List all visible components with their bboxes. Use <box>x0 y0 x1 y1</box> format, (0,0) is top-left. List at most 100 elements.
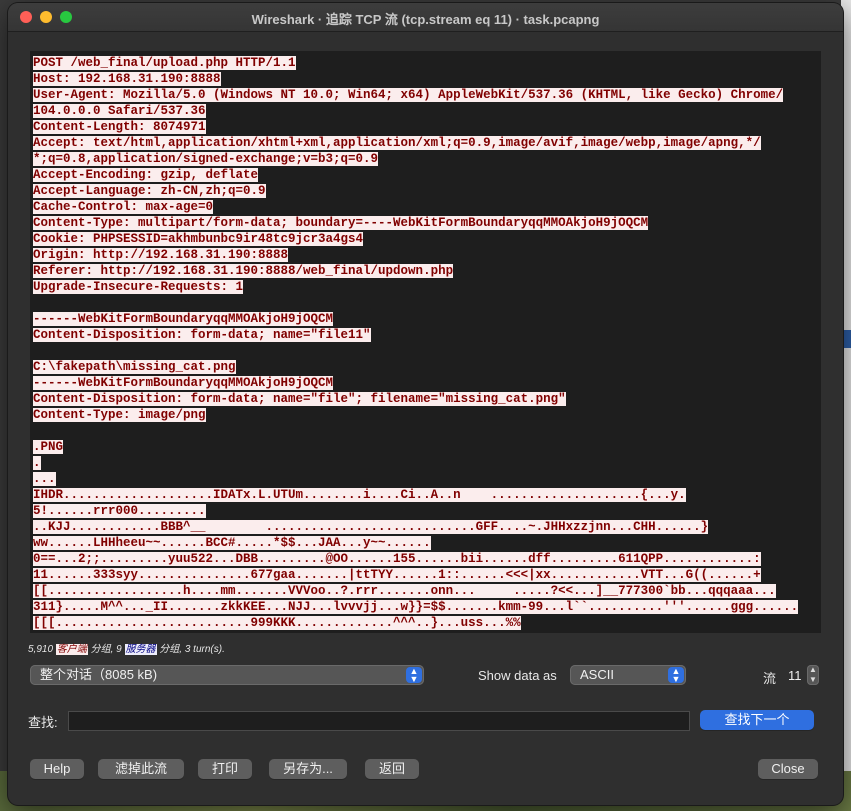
stream-line: User-Agent: Mozilla/5.0 (Windows NT 10.0… <box>33 87 821 103</box>
stream-line: 0==...2;;.........yuu522...DBB.........@… <box>33 551 821 567</box>
window-title: Wireshark · 追踪 TCP 流 (tcp.stream eq 11) … <box>251 12 600 27</box>
stream-line: 11......333syy...............677gaa.....… <box>33 567 821 583</box>
stream-line: Accept-Language: zh-CN,zh;q=0.9 <box>33 183 821 199</box>
stream-line-text: Referer: http://192.168.31.190:8888/web_… <box>33 264 454 278</box>
stream-line: .PNG <box>33 439 821 455</box>
close-button[interactable]: Close <box>758 759 818 779</box>
client-label: 客户端 <box>55 644 88 655</box>
stream-line: Host: 192.168.31.190:8888 <box>33 71 821 87</box>
stream-line-text: ... <box>33 472 56 486</box>
packets-word-server: 分组, <box>159 644 183 655</box>
stream-line-text: ------WebKitFormBoundaryqqMMOAkjoH9jOQCM <box>33 312 334 326</box>
back-button[interactable]: 返回 <box>365 759 419 779</box>
show-data-as-label: Show data as <box>478 668 557 683</box>
stream-line-text: Origin: http://192.168.31.190:8888 <box>33 248 289 262</box>
stream-content-view[interactable]: POST /web_final/upload.php HTTP/1.1 Host:… <box>30 51 821 633</box>
stream-line: Origin: http://192.168.31.190:8888 <box>33 247 821 263</box>
stream-line-text: Accept: text/html,application/xhtml+xml,… <box>33 136 761 150</box>
stream-line: Upgrade-Insecure-Requests: 1 <box>33 279 821 295</box>
stream-line-text: ..KJJ............BBB^__ ................… <box>33 520 709 534</box>
turn-count: 3 turn(s). <box>184 644 225 655</box>
stream-line-text: Host: 192.168.31.190:8888 <box>33 72 221 86</box>
stream-line: Content-Type: image/png <box>33 407 821 423</box>
stream-line-text: Content-Disposition: form-data; name="fi… <box>33 328 371 342</box>
stream-line-text: . <box>33 456 41 470</box>
stream-line-text: C:\fakepath\missing_cat.png <box>33 360 236 374</box>
conversation-select[interactable]: 整个对话（8085 kB) ▲ ▼ <box>30 665 424 685</box>
chevron-updown-icon: ▲ ▼ <box>406 667 422 684</box>
stream-line-text: Content-Length: 8074971 <box>33 120 206 134</box>
stream-line: Accept-Encoding: gzip, deflate <box>33 167 821 183</box>
stream-line: C:\fakepath\missing_cat.png <box>33 359 821 375</box>
stream-line-text: [[[..........................999KKK.....… <box>33 616 521 630</box>
stream-line-text: Accept-Language: zh-CN,zh;q=0.9 <box>33 184 266 198</box>
stream-line-text: Content-Type: image/png <box>33 408 206 422</box>
stream-summary: 5,910 客户端 分组, 9 服务器 分组, 3 turn(s). <box>28 640 225 655</box>
stream-line: ... <box>33 471 821 487</box>
stream-line: ------WebKitFormBoundaryqqMMOAkjoH9jOQCM <box>33 375 821 391</box>
stream-line-text: Content-Disposition: form-data; name="fi… <box>33 392 566 406</box>
stream-line-text: Content-Type: multipart/form-data; bound… <box>33 216 649 230</box>
stream-line-text: 311}.....M^^..._II.......zkkKEE...NJJ...… <box>33 600 799 614</box>
stream-line: ww......LHHheeu~~......BCC#.....*$$...JA… <box>33 535 821 551</box>
filter-out-stream-button[interactable]: 滤掉此流 <box>98 759 184 779</box>
server-packet-count: 9 <box>116 644 122 655</box>
packets-word-client: 分组, <box>90 644 114 655</box>
find-label: 查找: <box>28 715 58 730</box>
stream-line <box>33 423 821 439</box>
stream-line: ------WebKitFormBoundaryqqMMOAkjoH9jOQCM <box>33 311 821 327</box>
stream-number-stepper[interactable]: ▲ ▼ <box>807 665 819 685</box>
server-label: 服务器 <box>124 644 157 655</box>
stream-number-label: 流 <box>763 671 777 686</box>
stream-line-text: 11......333syy...............677gaa.....… <box>33 568 761 582</box>
stream-line: Content-Disposition: form-data; name="fi… <box>33 391 821 407</box>
stream-line-text: Accept-Encoding: gzip, deflate <box>33 168 259 182</box>
stream-line <box>33 295 821 311</box>
conversation-select-value: 整个对话（8085 kB) <box>40 667 158 682</box>
print-button[interactable]: 打印 <box>198 759 252 779</box>
stream-line-text: User-Agent: Mozilla/5.0 (Windows NT 10.0… <box>33 88 784 102</box>
stream-line: Cache-Control: max-age=0 <box>33 199 821 215</box>
help-button[interactable]: Help <box>30 759 84 779</box>
stream-line: Referer: http://192.168.31.190:8888/web_… <box>33 263 821 279</box>
save-as-button[interactable]: 另存为... <box>269 759 347 779</box>
stream-line-text: 0==...2;;.........yuu522...DBB.........@… <box>33 552 761 566</box>
stream-line: IHDR....................IDATx.L.UTUm....… <box>33 487 821 503</box>
stream-line: 104.0.0.0 Safari/537.36 <box>33 103 821 119</box>
stream-line: POST /web_final/upload.php HTTP/1.1 <box>33 55 821 71</box>
stream-line-text: [[..................h....mm.......VVVoo.… <box>33 584 776 598</box>
stream-line-text: POST /web_final/upload.php HTTP/1.1 <box>33 56 296 70</box>
stream-line-text: 5!......rrr000......... <box>33 504 206 518</box>
stream-line-text: Cookie: PHPSESSID=akhmbunbc9ir48tc9jcr3a… <box>33 232 364 246</box>
stream-line-text: ------WebKitFormBoundaryqqMMOAkjoH9jOQCM <box>33 376 334 390</box>
stream-line: [[..................h....mm.......VVVoo.… <box>33 583 821 599</box>
stream-line-text: 104.0.0.0 Safari/537.36 <box>33 104 206 118</box>
show-data-as-select[interactable]: ASCII ▲ ▼ <box>570 665 686 685</box>
title-bar: Wireshark · 追踪 TCP 流 (tcp.stream eq 11) … <box>8 3 843 32</box>
stream-line: . <box>33 455 821 471</box>
stream-number-field[interactable]: 11 <box>788 668 802 683</box>
stream-line-text: ww......LHHheeu~~......BCC#.....*$$...JA… <box>33 536 431 550</box>
client-packet-count: 5,910 <box>28 644 54 655</box>
stream-line: 311}.....M^^..._II.......zkkKEE...NJJ...… <box>33 599 821 615</box>
stream-line: [[[..........................999KKK.....… <box>33 615 821 631</box>
stream-line: 5!......rrr000......... <box>33 503 821 519</box>
stream-line: ..KJJ............BBB^__ ................… <box>33 519 821 535</box>
chevron-updown-icon: ▲ ▼ <box>668 667 684 684</box>
show-data-as-value: ASCII <box>580 667 614 682</box>
stream-line: Content-Disposition: form-data; name="fi… <box>33 327 821 343</box>
stream-line-text: Upgrade-Insecure-Requests: 1 <box>33 280 244 294</box>
follow-tcp-stream-window: Wireshark · 追踪 TCP 流 (tcp.stream eq 11) … <box>8 3 843 805</box>
stream-line-text: Cache-Control: max-age=0 <box>33 200 214 214</box>
stream-line: Accept: text/html,application/xhtml+xml,… <box>33 135 821 151</box>
stream-line-text: .PNG <box>33 440 64 454</box>
stream-line: *;q=0.8,application/signed-exchange;v=b3… <box>33 151 821 167</box>
stream-line: Content-Length: 8074971 <box>33 119 821 135</box>
stream-line: Cookie: PHPSESSID=akhmbunbc9ir48tc9jcr3a… <box>33 231 821 247</box>
stream-line-text: *;q=0.8,application/signed-exchange;v=b3… <box>33 152 379 166</box>
find-input[interactable] <box>68 711 690 731</box>
stream-line <box>33 343 821 359</box>
stream-line: Content-Type: multipart/form-data; bound… <box>33 215 821 231</box>
find-next-button[interactable]: 查找下一个 <box>700 710 814 730</box>
stream-line-text: IHDR....................IDATx.L.UTUm....… <box>33 488 686 502</box>
